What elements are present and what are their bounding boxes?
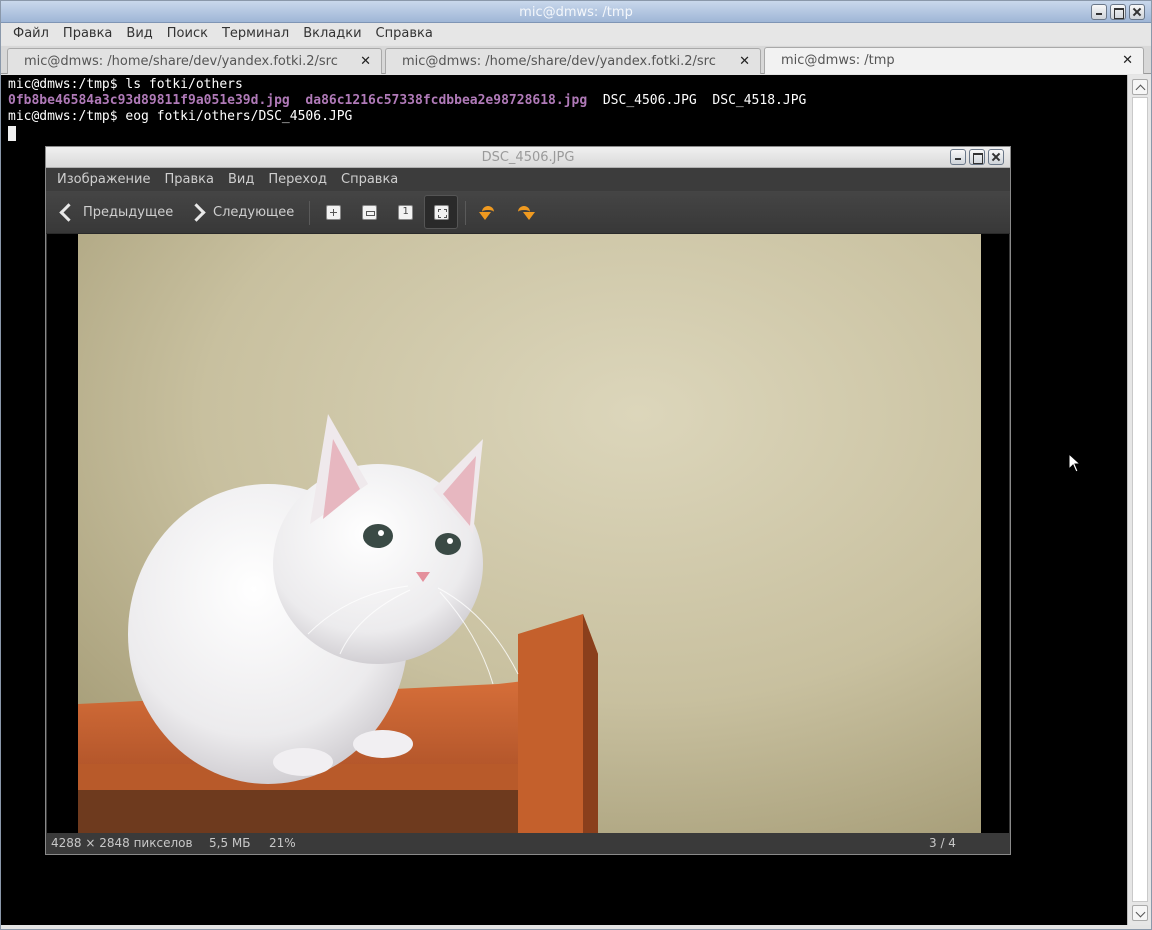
file-entry: 0fb8be46584a3c93d89811f9a051e39d.jpg <box>8 93 290 108</box>
image-filesize: 5,5 МБ <box>209 836 251 850</box>
close-icon[interactable] <box>988 149 1004 165</box>
zoom-level: 21% <box>269 836 296 850</box>
zoom-normal-button[interactable] <box>392 199 418 225</box>
terminal-title: mic@dmws: /tmp <box>519 5 633 20</box>
next-label: Следующее <box>213 204 295 220</box>
terminal-window-controls <box>1091 4 1145 20</box>
menu-edit[interactable]: Правка <box>56 23 119 45</box>
terminal-scrollbar[interactable] <box>1127 75 1151 925</box>
image-viewport[interactable] <box>47 234 1009 833</box>
image-viewer-titlebar[interactable]: DSC_4506.JPG <box>46 147 1010 168</box>
menu-image[interactable]: Изображение <box>50 168 157 191</box>
menu-terminal[interactable]: Терминал <box>215 23 296 45</box>
terminal-line: mic@dmws:/tmp$ ls fotki/others <box>8 77 243 92</box>
go-next-icon <box>188 202 208 222</box>
zoom-fit-button[interactable] <box>424 195 458 229</box>
image-dimensions: 4288 × 2848 пикселов <box>51 836 193 850</box>
minimize-icon[interactable] <box>1091 4 1107 20</box>
tab-src-1[interactable]: mic@dmws: /home/share/dev/yandex.fotki.2… <box>7 48 382 74</box>
menu-search[interactable]: Поиск <box>160 23 215 45</box>
scroll-down-icon[interactable] <box>1132 905 1148 921</box>
previous-label: Предыдущее <box>83 204 174 220</box>
zoom-out-icon <box>361 204 377 220</box>
scrollbar-track[interactable] <box>1132 97 1148 902</box>
menu-go[interactable]: Переход <box>261 168 334 191</box>
cat-photo-drawing <box>78 234 981 833</box>
image-viewer-statusbar: 4288 × 2848 пикселов 5,5 МБ 21% 3 / 4 <box>46 833 1010 854</box>
tab-close-icon[interactable]: ✕ <box>360 54 371 69</box>
menu-view[interactable]: Вид <box>119 23 159 45</box>
text-cursor <box>8 126 16 141</box>
toolbar-separator <box>309 201 310 225</box>
menu-help[interactable]: Справка <box>334 168 405 191</box>
menu-tabs[interactable]: Вкладки <box>296 23 368 45</box>
zoom-in-icon <box>325 204 341 220</box>
zoom-fit-icon <box>433 204 449 220</box>
menu-file[interactable]: Файл <box>6 23 56 45</box>
terminal-line-cursor <box>8 125 1127 141</box>
image-viewer-menubar: Изображение Правка Вид Переход Справка <box>46 168 1010 191</box>
next-button[interactable]: Следующее <box>188 197 294 227</box>
tab-src-2[interactable]: mic@dmws: /home/share/dev/yandex.fotki.2… <box>385 48 761 74</box>
zoom-normal-icon <box>397 204 413 220</box>
rotate-right-icon[interactable] <box>514 201 536 223</box>
file-entry: DSC_4518.JPG <box>712 93 807 108</box>
tab-tmp[interactable]: mic@dmws: /tmp ✕ <box>764 47 1144 74</box>
zoom-in-button[interactable] <box>320 199 346 225</box>
tab-close-icon[interactable]: ✕ <box>739 54 750 69</box>
terminal-menubar: Файл Правка Вид Поиск Терминал Вкладки С… <box>1 23 1151 45</box>
minimize-icon[interactable] <box>950 149 966 165</box>
image-viewer-window-controls <box>950 149 1004 165</box>
rotate-left-icon[interactable] <box>478 201 500 223</box>
terminal-line: mic@dmws:/tmp$ eog fotki/others/DSC_4506… <box>8 109 353 124</box>
toolbar-separator <box>465 201 466 225</box>
image-viewer-toolbar: Предыдущее Следующее <box>46 191 1010 234</box>
go-previous-icon <box>58 202 78 222</box>
close-icon[interactable] <box>1129 4 1145 20</box>
terminal-tab-bar: mic@dmws: /home/share/dev/yandex.fotki.2… <box>1 46 1151 74</box>
image-viewer-window: DSC_4506.JPG Изображение Правка Вид Пере… <box>45 146 1011 855</box>
maximize-icon[interactable] <box>1110 4 1126 20</box>
zoom-out-button[interactable] <box>356 199 382 225</box>
maximize-icon[interactable] <box>969 149 985 165</box>
file-entry: da86c1216c57338fcdbbea2e98728618.jpg <box>305 93 588 108</box>
tab-label: mic@dmws: /home/share/dev/yandex.fotki.2… <box>402 54 716 69</box>
terminal-titlebar[interactable]: mic@dmws: /tmp <box>1 1 1151 23</box>
menu-edit[interactable]: Правка <box>157 168 220 191</box>
file-entry: DSC_4506.JPG <box>602 93 697 108</box>
tab-label: mic@dmws: /home/share/dev/yandex.fotki.2… <box>24 54 338 69</box>
cat-photo <box>78 234 981 833</box>
image-viewer-title: DSC_4506.JPG <box>481 150 575 165</box>
tab-close-icon[interactable]: ✕ <box>1122 53 1133 68</box>
tab-label: mic@dmws: /tmp <box>781 53 895 68</box>
previous-button[interactable]: Предыдущее <box>58 197 173 227</box>
scroll-up-icon[interactable] <box>1132 79 1148 95</box>
terminal-line-listing: 0fb8be46584a3c93d89811f9a051e39d.jpg da8… <box>8 93 1127 109</box>
image-position: 3 / 4 <box>929 836 956 850</box>
mouse-pointer-icon <box>1068 453 1082 473</box>
menu-help[interactable]: Справка <box>369 23 440 45</box>
menu-view[interactable]: Вид <box>221 168 261 191</box>
